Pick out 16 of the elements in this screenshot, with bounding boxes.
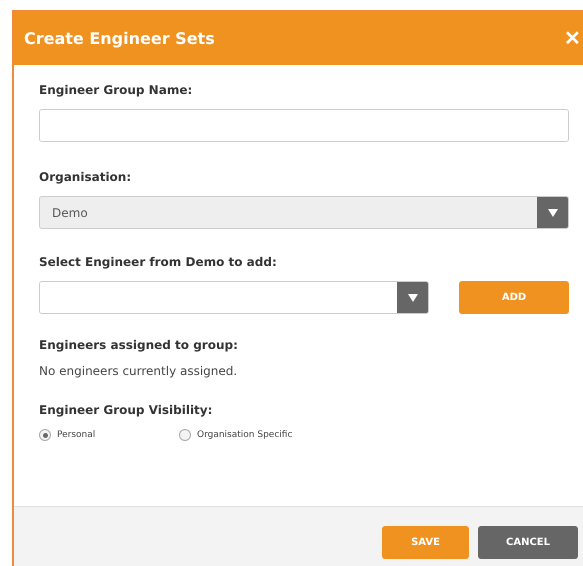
group-name-field[interactable] (39, 109, 569, 142)
radio-button[interactable] (179, 429, 191, 441)
cancel-button[interactable]: CANCEL (478, 526, 578, 559)
radio-option[interactable]: Personal (39, 429, 179, 441)
field-label: Engineer Group Name: (39, 83, 194, 97)
caret-icon (548, 208, 558, 216)
dialog-title: Create Engineer Sets (24, 28, 215, 48)
engineer-select[interactable] (39, 281, 429, 314)
radio-option[interactable]: Organisation Specific (179, 429, 319, 441)
field-label: Select Engineer from Demo to add: (39, 255, 278, 269)
radio-button[interactable] (39, 429, 51, 441)
field-label: Organisation: (39, 170, 132, 184)
caret-icon (408, 294, 418, 302)
field-label: Engineers assigned to group: (39, 338, 239, 352)
empty-message: No engineers currently assigned. (39, 364, 238, 378)
field-label: Engineer Group Visibility: (39, 403, 214, 417)
